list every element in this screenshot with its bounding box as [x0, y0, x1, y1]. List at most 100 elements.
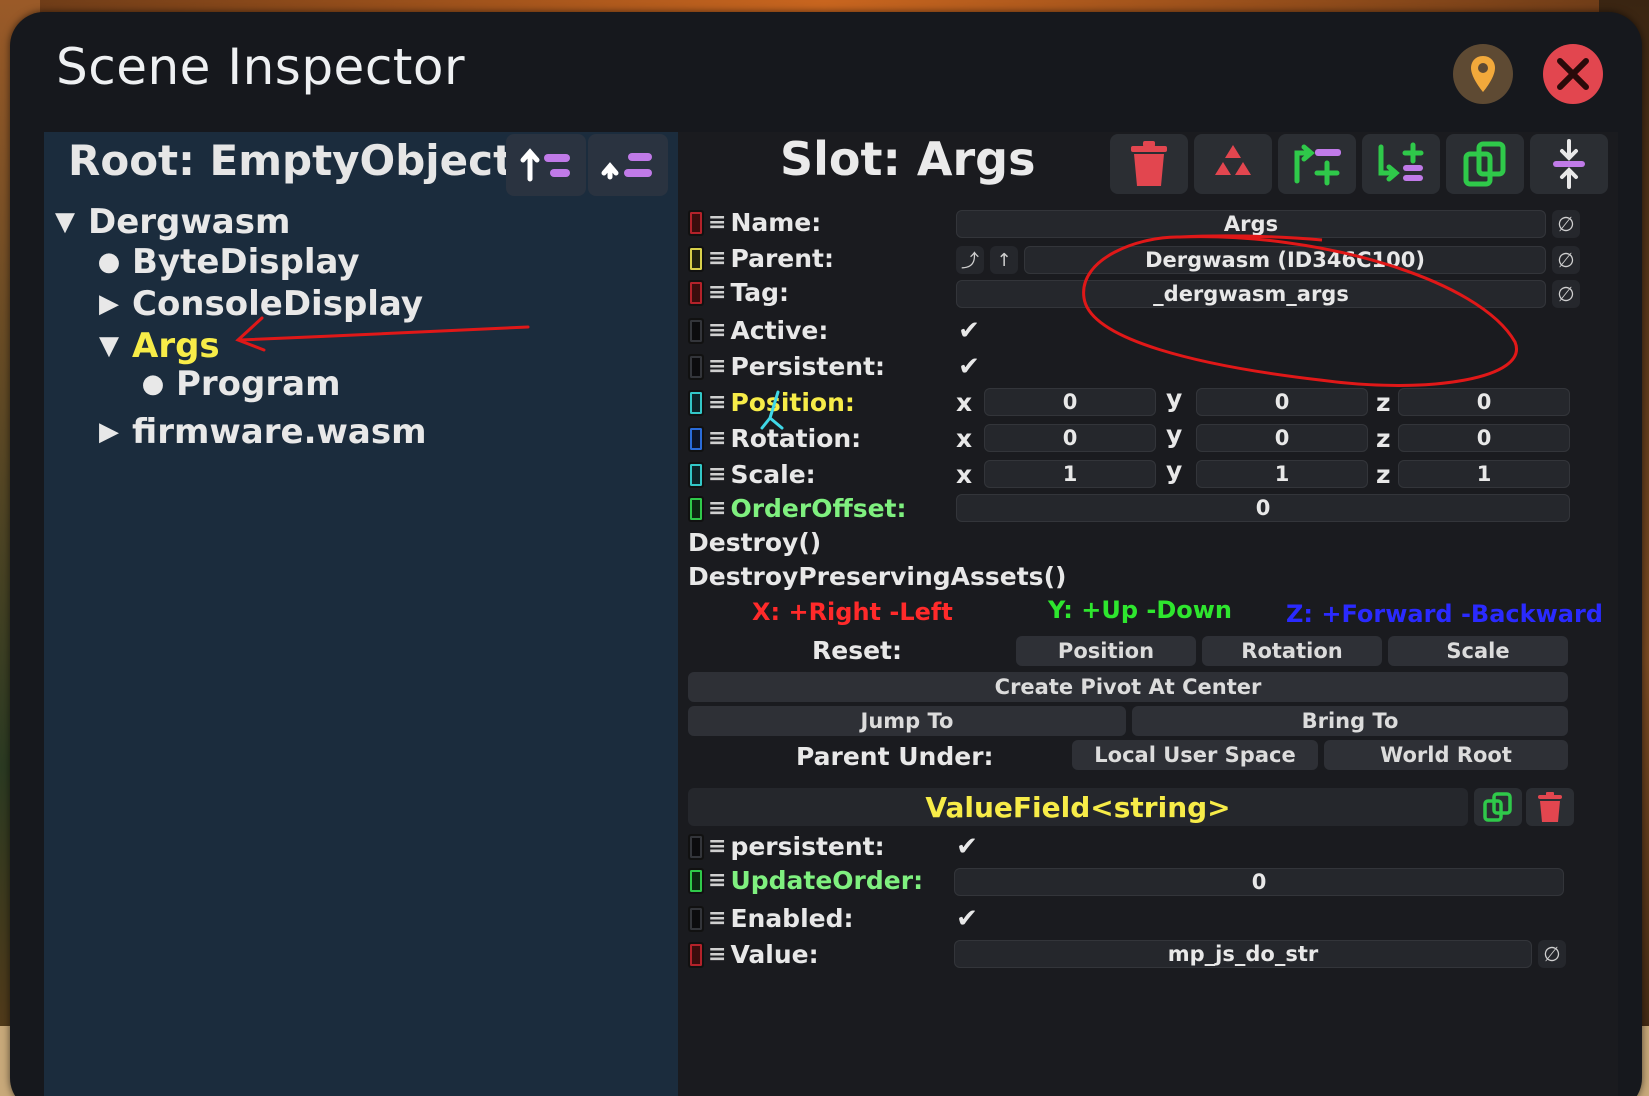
slot-title: Slot: Args: [780, 132, 1036, 186]
position-y-field[interactable]: 0: [1196, 388, 1368, 416]
menu-icon[interactable]: ≡: [708, 390, 726, 415]
destroy-preserve-button[interactable]: [1194, 134, 1272, 194]
value-null-button[interactable]: ∅: [1538, 940, 1566, 968]
collapsed-triangle-icon[interactable]: ▶: [92, 415, 126, 449]
persistent-checkbox[interactable]: ✔: [954, 352, 984, 382]
jump-to-button[interactable]: Jump To: [688, 706, 1126, 736]
tree-node-label: Dergwasm: [88, 202, 291, 242]
duplicate-slot-button[interactable]: [1446, 134, 1524, 194]
menu-icon[interactable]: ≡: [708, 280, 726, 305]
field-type-chip[interactable]: [688, 209, 704, 236]
menu-icon[interactable]: ≡: [708, 354, 726, 379]
orderoffset-label: OrderOffset:: [730, 494, 907, 523]
field-type-chip[interactable]: [688, 245, 704, 272]
hierarchy-panel: Root: EmptyObject ▼ Dergwasm ● ByteDispl…: [44, 132, 678, 1096]
rotation-y-field[interactable]: 0: [1196, 424, 1368, 452]
leaf-dot-icon: ●: [97, 247, 121, 277]
menu-icon[interactable]: ≡: [708, 246, 726, 271]
orderoffset-field[interactable]: 0: [956, 494, 1570, 522]
menu-icon[interactable]: ≡: [708, 496, 726, 521]
insert-parent-button[interactable]: [1278, 134, 1356, 194]
parent-up-button[interactable]: ↑: [990, 246, 1018, 274]
close-button[interactable]: [1543, 44, 1603, 104]
window-title: Scene Inspector: [56, 38, 466, 96]
field-type-chip[interactable]: [688, 867, 704, 894]
scale-y-field[interactable]: 1: [1196, 460, 1368, 488]
collapsed-triangle-icon[interactable]: ▶: [92, 287, 126, 321]
tree-node-consoledisplay[interactable]: ▶ ConsoleDisplay: [92, 284, 423, 324]
up-arrow-icon: ↑: [996, 249, 1012, 271]
menu-icon[interactable]: ≡: [708, 834, 726, 859]
add-child-button[interactable]: [1362, 134, 1440, 194]
name-null-button[interactable]: ∅: [1552, 210, 1580, 238]
field-type-chip[interactable]: [688, 317, 704, 344]
name-label: Name:: [730, 208, 822, 237]
rotation-z-field[interactable]: 0: [1398, 424, 1570, 452]
field-type-chip[interactable]: [688, 905, 704, 932]
root-up-button[interactable]: [506, 134, 586, 196]
menu-icon[interactable]: ≡: [708, 462, 726, 487]
duplicate-component-button[interactable]: [1474, 788, 1522, 826]
menu-icon[interactable]: ≡: [708, 318, 726, 343]
create-pivot-button[interactable]: Create Pivot At Center: [688, 672, 1568, 702]
tree-node-program[interactable]: ● Program: [136, 364, 341, 404]
bring-to-button[interactable]: Bring To: [1132, 706, 1568, 736]
field-type-chip[interactable]: [688, 425, 704, 452]
position-x-field[interactable]: 0: [984, 388, 1156, 416]
component-title: ValueField<string>: [925, 790, 1231, 824]
field-type-chip[interactable]: [688, 279, 704, 306]
field-type-chip[interactable]: [688, 495, 704, 522]
tree-node-firmware-wasm[interactable]: ▶ firmware.wasm: [92, 412, 427, 452]
parent-open-button[interactable]: ⤴: [956, 246, 984, 274]
parent-row-label: ≡ Parent:: [688, 244, 834, 273]
scale-row-label: ≡ Scale:: [688, 460, 816, 489]
field-type-chip[interactable]: [688, 833, 704, 860]
component-header[interactable]: ValueField<string>: [688, 788, 1468, 826]
name-row-label: ≡ Name:: [688, 208, 821, 237]
remove-component-button[interactable]: [1526, 788, 1574, 826]
menu-icon[interactable]: ≡: [708, 942, 726, 967]
destroy-preserving-assets-method[interactable]: DestroyPreservingAssets(): [688, 562, 1066, 591]
tag-field[interactable]: _dergwasm_args: [956, 280, 1546, 308]
reset-scale-button[interactable]: Scale: [1388, 636, 1568, 666]
name-field[interactable]: Args: [956, 210, 1546, 238]
destroy-slot-button[interactable]: [1110, 134, 1188, 194]
tree-node-label: firmware.wasm: [132, 412, 427, 452]
rotation-x-field[interactable]: 0: [984, 424, 1156, 452]
active-checkbox[interactable]: ✔: [954, 316, 984, 346]
tree-node-bytedisplay[interactable]: ● ByteDisplay: [92, 242, 360, 282]
enabled-checkbox[interactable]: ✔: [952, 904, 982, 934]
field-type-chip[interactable]: [688, 461, 704, 488]
scale-z-field[interactable]: 1: [1398, 460, 1570, 488]
field-type-chip[interactable]: [688, 941, 704, 968]
menu-icon[interactable]: ≡: [708, 906, 726, 931]
field-type-chip[interactable]: [688, 389, 704, 416]
value-field[interactable]: mp_js_do_str: [954, 940, 1532, 968]
flatten-button[interactable]: [1530, 134, 1608, 194]
tree-node-dergwasm[interactable]: ▼ Dergwasm: [48, 202, 290, 242]
locate-button[interactable]: [1453, 44, 1513, 104]
scale-x-field[interactable]: 1: [984, 460, 1156, 488]
reset-position-button[interactable]: Position: [1016, 636, 1196, 666]
component-persistent-checkbox[interactable]: ✔: [952, 832, 982, 862]
field-type-chip[interactable]: [688, 353, 704, 380]
leaf-dot-icon: ●: [141, 369, 165, 399]
rotation-row-label: ≡ Rotation:: [688, 424, 861, 453]
tag-null-button[interactable]: ∅: [1552, 280, 1580, 308]
destroy-method[interactable]: Destroy(): [688, 528, 821, 557]
parent-null-button[interactable]: ∅: [1552, 246, 1580, 274]
menu-icon[interactable]: ≡: [708, 426, 726, 451]
root-down-button[interactable]: [588, 134, 668, 196]
updateorder-field[interactable]: 0: [954, 868, 1564, 896]
menu-icon[interactable]: ≡: [708, 868, 726, 893]
position-z-field[interactable]: 0: [1398, 388, 1570, 416]
parent-field[interactable]: Dergwasm (ID346C100): [1024, 246, 1546, 274]
null-icon: ∅: [1557, 282, 1575, 306]
expanded-triangle-icon[interactable]: ▼: [48, 205, 82, 239]
tree-node-args[interactable]: ▼ Args: [92, 326, 220, 366]
reset-rotation-button[interactable]: Rotation: [1202, 636, 1382, 666]
menu-icon[interactable]: ≡: [708, 210, 726, 235]
local-user-space-button[interactable]: Local User Space: [1072, 740, 1318, 770]
world-root-button[interactable]: World Root: [1324, 740, 1568, 770]
expanded-triangle-icon[interactable]: ▼: [92, 329, 126, 363]
